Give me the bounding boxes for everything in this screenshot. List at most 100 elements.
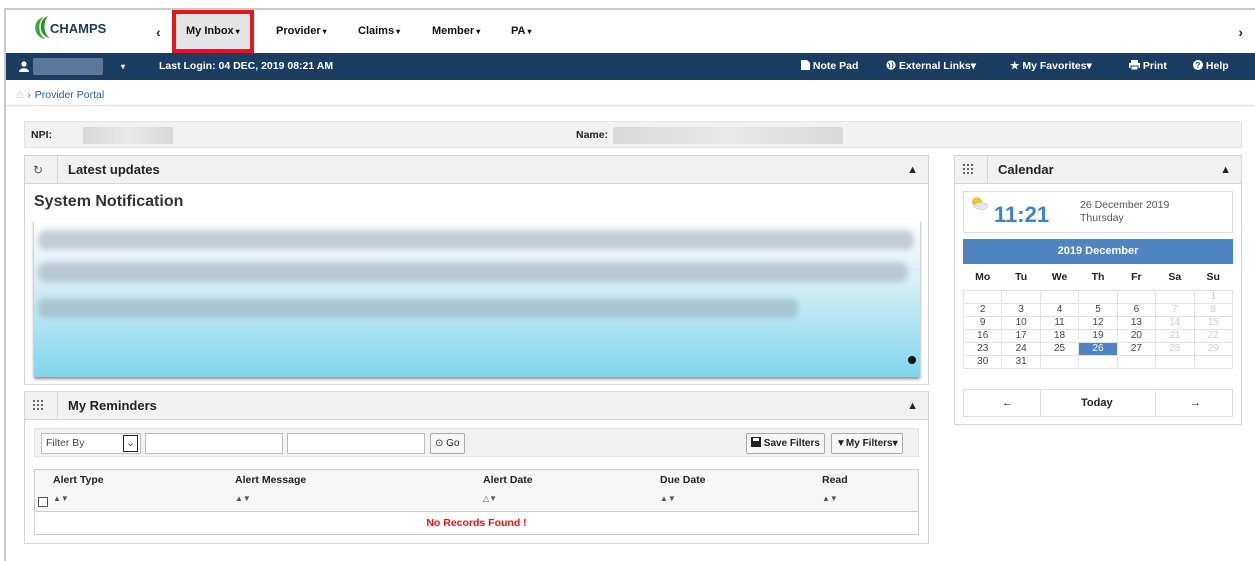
next-month-arrow-icon[interactable]: → xyxy=(1190,390,1201,416)
help-icon: ? xyxy=(1193,60,1203,70)
sort-icon[interactable]: ▲▼ xyxy=(235,494,251,503)
calendar-day-cell[interactable]: 8 xyxy=(1193,302,1234,317)
calendar-day-cell[interactable]: 22 xyxy=(1193,328,1234,343)
filter-by-label: Filter By xyxy=(46,437,85,449)
my-reminders-panel: My Reminders ▲ Filter By ⌄ ⊙ Go Save Fil… xyxy=(24,391,929,544)
nav-label: Member xyxy=(432,25,475,37)
calendar-day-cell[interactable]: 7 xyxy=(1155,302,1195,317)
prev-month-arrow-icon[interactable]: ← xyxy=(1002,390,1013,416)
help-button[interactable]: ? Help xyxy=(1193,53,1229,80)
divider xyxy=(57,392,58,420)
column-read[interactable]: Read xyxy=(822,474,848,486)
sort-icon[interactable]: ▲▼ xyxy=(660,494,676,503)
champs-logo[interactable]: CHAMPS xyxy=(30,14,122,42)
column-due-date[interactable]: Due Date xyxy=(660,474,706,486)
calendar-day-cell[interactable]: 4 xyxy=(1039,302,1080,317)
calendar-day-cell[interactable]: 11 xyxy=(1039,315,1080,330)
nav-left-arrow-icon[interactable]: ‹ xyxy=(156,24,161,40)
save-filters-button[interactable]: Save Filters xyxy=(746,433,825,454)
collapse-chevron-up-icon[interactable]: ▲ xyxy=(907,156,918,184)
calendar-day-cell[interactable]: 24 xyxy=(1001,341,1041,356)
calendar-day-cell[interactable]: 10 xyxy=(1001,315,1041,330)
sort-icon[interactable]: ▲▼ xyxy=(822,494,838,503)
calendar-day-cell[interactable]: 16 xyxy=(962,328,1003,343)
calendar-day-cell[interactable]: 17 xyxy=(1001,328,1041,343)
svg-text:?: ? xyxy=(1196,61,1201,70)
calendar-day-cell[interactable]: 21 xyxy=(1155,328,1195,343)
calendar-day-cell[interactable]: 12 xyxy=(1078,315,1118,330)
calendar-empty-cell xyxy=(1116,289,1157,304)
collapse-chevron-up-icon[interactable]: ▲ xyxy=(1220,156,1231,184)
external-links-label: External Links xyxy=(898,60,971,72)
collapse-chevron-up-icon[interactable]: ▲ xyxy=(907,392,918,420)
calendar-day-cell[interactable]: 23 xyxy=(962,341,1003,356)
my-filters-button[interactable]: ▼My Filters▾ xyxy=(831,433,903,454)
user-menu-caret-icon[interactable]: ▾ xyxy=(121,53,125,80)
calendar-day-header: Fr xyxy=(1131,270,1142,283)
calendar-day-header: Mo xyxy=(975,270,991,283)
logo-text: CHAMPS xyxy=(50,21,107,36)
filter-value-input-2[interactable] xyxy=(287,433,425,454)
calendar-panel: Calendar ▲ 11:21 26 December 2019 Thursd… xyxy=(954,155,1242,425)
filter-icon: ▼ xyxy=(836,438,846,449)
calendar-day-cell[interactable]: 27 xyxy=(1116,341,1157,356)
calendar-day-cell[interactable]: 30 xyxy=(962,354,1003,369)
nav-pa[interactable]: PA ▾ xyxy=(511,10,531,53)
nav-right-arrow-icon[interactable]: › xyxy=(1238,24,1243,40)
note-pad-button[interactable]: Note Pad xyxy=(801,53,858,80)
column-alert-message[interactable]: Alert Message xyxy=(235,474,306,486)
nav-provider[interactable]: Provider ▾ xyxy=(276,10,327,53)
nav-member[interactable]: Member ▾ xyxy=(432,10,480,53)
external-links-menu[interactable]: External Links▾ xyxy=(886,53,976,80)
nav-claims[interactable]: Claims ▾ xyxy=(358,10,400,53)
redacted-text-line xyxy=(38,298,798,318)
calendar-day-cell[interactable]: 13 xyxy=(1116,315,1157,330)
divider xyxy=(1040,390,1041,416)
calendar-day-cell[interactable]: 2 xyxy=(962,302,1003,317)
calendar-day-cell[interactable]: 1 xyxy=(1193,289,1234,304)
calendar-day-cell[interactable]: 5 xyxy=(1078,302,1118,317)
sort-icon[interactable]: ▲▼ xyxy=(53,494,69,503)
calendar-footer: ← Today → xyxy=(963,389,1233,417)
select-all-checkbox[interactable] xyxy=(38,497,48,507)
no-records-message: No Records Found ! xyxy=(426,517,527,529)
calendar-day-cell[interactable]: 6 xyxy=(1116,302,1157,317)
nav-label: PA xyxy=(511,25,526,37)
filter-by-select[interactable]: Filter By ⌄ xyxy=(41,433,141,454)
calendar-day-cell[interactable]: 31 xyxy=(1001,354,1041,369)
calendar-day-cell[interactable]: 28 xyxy=(1155,341,1195,356)
calendar-day-cell[interactable]: 15 xyxy=(1193,315,1234,330)
home-icon[interactable]: ⌂ xyxy=(16,87,23,101)
calendar-day-cell[interactable]: 25 xyxy=(1039,341,1080,356)
calendar-day-cell[interactable]: 26 xyxy=(1078,341,1118,356)
latest-updates-panel: ↻ Latest updates ▲ System Notification xyxy=(24,155,929,385)
breadcrumb-provider-portal[interactable]: Provider Portal xyxy=(35,89,104,101)
table-header: Alert Type ▲▼ Alert Message ▲▼ Alert Dat… xyxy=(35,470,918,512)
calendar-day-cell[interactable]: 9 xyxy=(962,315,1003,330)
calendar-day-cell[interactable]: 19 xyxy=(1078,328,1118,343)
refresh-icon[interactable]: ↻ xyxy=(33,156,43,184)
print-button[interactable]: Print xyxy=(1129,53,1167,80)
calendar-day-cell[interactable]: 29 xyxy=(1193,341,1234,356)
today-button[interactable]: Today xyxy=(1081,390,1113,416)
column-alert-date[interactable]: Alert Date xyxy=(483,474,533,486)
redacted-text-line xyxy=(38,230,914,250)
calendar-day-header: Tu xyxy=(1015,270,1028,283)
nav-my-inbox[interactable]: My Inbox ▾ xyxy=(172,10,254,53)
calendar-day-cell[interactable]: 20 xyxy=(1116,328,1157,343)
sort-icon[interactable]: △▼ xyxy=(483,494,497,503)
last-login: Last Login: 04 DEC, 2019 08:21 AM xyxy=(159,60,334,72)
go-button[interactable]: ⊙ Go xyxy=(430,433,465,454)
my-reminders-title: My Reminders xyxy=(68,398,157,413)
calendar-empty-cell xyxy=(1039,289,1080,304)
calendar-day-cell[interactable]: 18 xyxy=(1039,328,1080,343)
column-alert-type[interactable]: Alert Type xyxy=(53,474,104,486)
calendar-day-cell[interactable]: 3 xyxy=(1001,302,1041,317)
user-toolbar: ▾ Last Login: 04 DEC, 2019 08:21 AM Note… xyxy=(6,53,1255,80)
user-icon[interactable] xyxy=(19,53,29,80)
calendar-week-row: 2345678 xyxy=(962,302,1234,317)
carousel-dot-icon[interactable] xyxy=(908,356,916,364)
filter-value-input-1[interactable] xyxy=(145,433,283,454)
calendar-day-cell[interactable]: 14 xyxy=(1155,315,1195,330)
my-favorites-menu[interactable]: ★ My Favorites▾ xyxy=(1010,53,1092,80)
